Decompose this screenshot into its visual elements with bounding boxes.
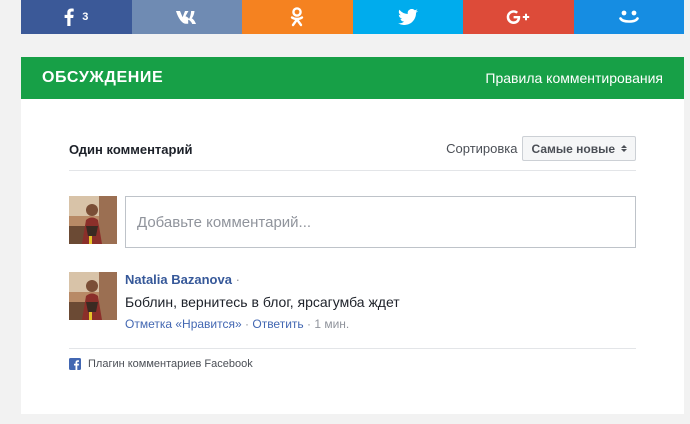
- author-separator: ·: [235, 272, 240, 287]
- comment-rules-link[interactable]: Правила комментирования: [485, 70, 663, 86]
- discussion-title: ОБСУЖДЕНИЕ: [42, 69, 164, 86]
- moi-mir-icon: [618, 10, 639, 23]
- odnoklassniki-icon: [291, 7, 304, 27]
- current-user-avatar: [69, 196, 117, 244]
- sort-label: Сортировка: [446, 141, 518, 156]
- action-separator: ·: [307, 317, 311, 331]
- moi-mir-share-button[interactable]: [573, 0, 684, 34]
- comment-actions: Отметка «Нравится» · Ответить · 1 мин.: [125, 317, 400, 331]
- sort-control: Сортировка Самые новые: [446, 136, 636, 161]
- sort-select[interactable]: Самые новые: [521, 136, 636, 161]
- twitter-icon: [397, 9, 418, 25]
- plugin-footer: Плагин комментариев Facebook: [69, 348, 636, 370]
- share-bar: 3: [21, 0, 684, 34]
- sort-arrows-icon: [621, 145, 627, 152]
- comment-input[interactable]: Добавьте комментарий...: [125, 196, 636, 248]
- plugin-footer-link[interactable]: Плагин комментариев Facebook: [88, 358, 253, 370]
- action-separator: ·: [245, 317, 250, 331]
- facebook-share-button[interactable]: 3: [21, 0, 132, 34]
- comment-count: Один комментарий: [69, 142, 193, 157]
- facebook-icon: [64, 8, 74, 26]
- facebook-square-icon: [69, 358, 81, 370]
- sort-selected-value: Самые новые: [531, 141, 616, 156]
- comment-body: Natalia Bazanova · Боблин, вернитесь в б…: [125, 272, 400, 331]
- discussion-panel: ОБСУЖДЕНИЕ Правила комментирования Один …: [21, 57, 684, 414]
- comment-author-link[interactable]: Natalia Bazanova: [125, 272, 232, 287]
- comment-author-line: Natalia Bazanova ·: [125, 272, 400, 288]
- twitter-share-button[interactable]: [352, 0, 463, 34]
- google-plus-share-button[interactable]: [463, 0, 574, 34]
- commenter-avatar[interactable]: [69, 272, 117, 320]
- comment-item: Natalia Bazanova · Боблин, вернитесь в б…: [69, 272, 636, 331]
- comments-toolbar: Один комментарий Сортировка Самые новые: [69, 99, 636, 171]
- facebook-comments-plugin: Один комментарий Сортировка Самые новые: [69, 99, 636, 370]
- comment-text: Боблин, вернитесь в блог, ярсагумба ждет: [125, 294, 400, 310]
- facebook-share-count: 3: [82, 11, 89, 23]
- like-link[interactable]: Отметка «Нравится»: [125, 317, 242, 331]
- odnoklassniki-share-button[interactable]: [242, 0, 353, 34]
- reply-link[interactable]: Ответить: [252, 317, 303, 331]
- comment-composer: Добавьте комментарий...: [69, 196, 636, 248]
- google-plus-icon: [506, 10, 530, 24]
- vk-share-button[interactable]: [131, 0, 242, 34]
- comment-timestamp[interactable]: 1 мин.: [314, 317, 349, 331]
- vk-icon: [175, 11, 196, 24]
- discussion-header: ОБСУЖДЕНИЕ Правила комментирования: [21, 57, 684, 99]
